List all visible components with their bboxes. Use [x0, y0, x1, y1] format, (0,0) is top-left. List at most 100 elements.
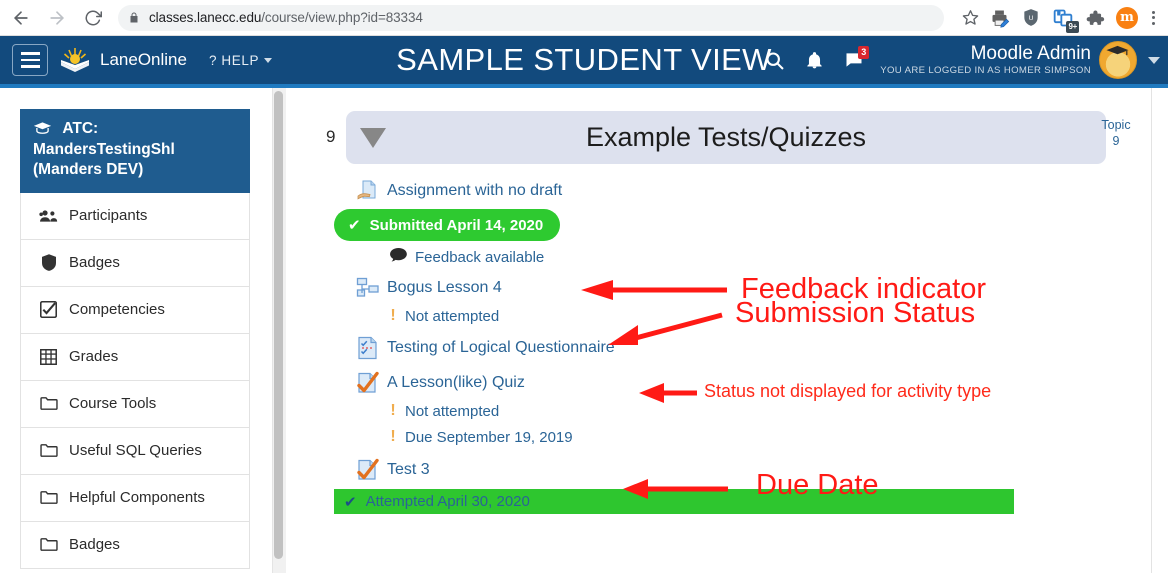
chevron-down-icon: [264, 57, 273, 63]
shield-extension-icon[interactable]: U: [1020, 7, 1042, 29]
activity-due-date-text: Due September 19, 2019: [405, 428, 573, 446]
comment-bubble-icon: [390, 248, 407, 266]
activity-item-assignment: Assignment with no draft ✔ Submitted Apr…: [300, 176, 1151, 271]
folder-icon: [39, 490, 58, 505]
messages-badge: 3: [858, 46, 870, 59]
lock-icon: [128, 11, 140, 24]
user-name: Moodle Admin: [970, 42, 1091, 64]
badge-shield-icon: [39, 254, 58, 272]
chevron-down-icon[interactable]: [1148, 56, 1160, 64]
collapse-triangle-icon[interactable]: [360, 127, 386, 148]
moodle-navbar: LaneOnline ? HELP SAMPLE STUDENT VIEW 3 …: [0, 36, 1168, 88]
notifications-bell-icon[interactable]: [794, 40, 834, 80]
annotation-feedback-indicator: Feedback indicator: [741, 273, 987, 305]
annotation-arrow-submission: [608, 312, 723, 345]
check-icon: ✔: [344, 493, 357, 511]
warning-bang-icon: !: [390, 428, 396, 445]
sidebar-item-label: Useful SQL Queries: [69, 442, 202, 460]
graduation-cap-icon: [33, 120, 56, 137]
star-icon[interactable]: [956, 4, 984, 32]
puzzle-extensions-icon[interactable]: [1084, 7, 1106, 29]
sidebar-item-label: Participants: [69, 207, 148, 225]
submission-status-badge: ✔ Submitted April 14, 2020: [334, 209, 561, 241]
questionnaire-icon: [356, 336, 380, 360]
activity-due-date: ! Due September 19, 2019: [300, 424, 1151, 450]
folder-icon: [39, 537, 58, 552]
moodle-extension-icon[interactable]: m: [1116, 6, 1138, 29]
back-arrow-icon[interactable]: [6, 3, 36, 33]
user-menu[interactable]: Moodle Admin YOU ARE LOGGED IN AS HOMER …: [880, 41, 1160, 79]
annotation-arrow-feedback: [581, 280, 727, 300]
sidebar-item-course-tools[interactable]: Course Tools: [20, 380, 250, 428]
sidebar-item-badges-folder[interactable]: Badges: [20, 521, 250, 569]
section-header: Example Tests/Quizzes: [346, 111, 1106, 164]
chrome-menu-icon[interactable]: [1144, 10, 1162, 25]
activity-link[interactable]: Test 3: [387, 461, 430, 479]
attempt-status-text: Attempted April 30, 2020: [365, 493, 530, 510]
browser-toolbar: classes.lanecc.edu/course/view.php?id=83…: [0, 0, 1168, 36]
sidebar-item-useful-sql-queries[interactable]: Useful SQL Queries: [20, 427, 250, 475]
folder-icon: [39, 396, 58, 411]
annotation-arrow-status: [639, 383, 697, 403]
quiz-icon: [356, 371, 380, 395]
feedback-text[interactable]: Feedback available: [415, 249, 544, 266]
course-title-card[interactable]: ATC: MandersTestingShl (Manders DEV): [20, 109, 250, 193]
course-main-content: 9 Example Tests/Quizzes Topic 9 Assignme…: [300, 88, 1151, 573]
activity-status-text: Not attempted: [405, 402, 500, 420]
help-menu[interactable]: ? HELP: [208, 52, 273, 68]
browser-extensions: U 9+ m: [988, 6, 1144, 33]
sidebar-item-participants[interactable]: Participants: [20, 192, 250, 240]
sidebar-item-label: Helpful Components: [69, 489, 205, 507]
messages-icon[interactable]: 3: [834, 40, 874, 80]
activity-status: ! Not attempted: [300, 303, 1151, 329]
activity-link[interactable]: A Lesson(like) Quiz: [387, 374, 525, 392]
sidebar-item-label: Grades: [69, 348, 119, 366]
navbar-right: 3 Moodle Admin YOU ARE LOGGED IN AS HOME…: [754, 40, 1160, 80]
sidebar-item-grades[interactable]: Grades: [20, 333, 250, 381]
moodle-extension-letter: m: [1116, 6, 1138, 29]
brand-name[interactable]: LaneOnline: [100, 50, 187, 70]
printer-extension-icon[interactable]: [988, 7, 1010, 29]
folder-icon: [39, 443, 58, 458]
logged-in-as-label: YOU ARE LOGGED IN AS HOMER SIMPSON: [880, 65, 1091, 77]
sidebar-item-helpful-components[interactable]: Helpful Components: [20, 474, 250, 522]
sidebar-item-badges[interactable]: Badges: [20, 239, 250, 287]
sidebar-item-label: Badges: [69, 536, 120, 554]
feedback-indicator: Feedback available: [300, 243, 1151, 271]
help-label: ? HELP: [208, 52, 260, 68]
url-path: /course/view.php?id=83334: [261, 10, 423, 25]
participants-icon: [39, 209, 58, 223]
sidebar-item-label: Competencies: [69, 301, 165, 319]
activity-link[interactable]: Testing of Logical Questionnaire: [387, 339, 615, 357]
warning-bang-icon: !: [390, 307, 396, 324]
activity-link[interactable]: Assignment with no draft: [387, 182, 562, 200]
activity-item-questionnaire: Testing of Logical Questionnaire: [300, 333, 1151, 363]
activity-link[interactable]: Bogus Lesson 4: [387, 279, 502, 297]
activity-status-text: Not attempted: [405, 307, 500, 325]
lesson-icon: [356, 276, 380, 300]
search-icon[interactable]: [754, 40, 794, 80]
svg-text:U: U: [1029, 15, 1034, 22]
url-domain: classes.lanecc.edu: [149, 10, 262, 25]
hamburger-menu-icon[interactable]: [12, 44, 48, 76]
content-divider: [1151, 88, 1152, 573]
grades-table-icon: [39, 348, 58, 365]
check-icon: ✔: [348, 217, 361, 234]
competencies-checkbox-icon: [39, 301, 58, 319]
block-scrollbar-thumb[interactable]: [274, 91, 283, 559]
topic-number: 9: [1112, 133, 1120, 148]
annotation-arrow-due-date: [623, 479, 728, 499]
user-avatar[interactable]: [1099, 41, 1137, 79]
submission-status-text: Submitted April 14, 2020: [369, 216, 544, 234]
sidebar-item-label: Badges: [69, 254, 120, 272]
forward-arrow-icon[interactable]: [42, 3, 72, 33]
topic-highlight-link[interactable]: Topic 9: [1089, 118, 1143, 149]
laneonline-sunrise-logo[interactable]: [58, 45, 92, 75]
address-bar[interactable]: classes.lanecc.edu/course/view.php?id=83…: [118, 4, 944, 31]
annotation-due-date: Due Date: [756, 469, 879, 501]
warning-bang-icon: !: [390, 402, 396, 419]
sidebar-item-competencies[interactable]: Competencies: [20, 286, 250, 334]
tabs-extension-icon[interactable]: 9+: [1052, 7, 1079, 33]
reload-icon[interactable]: [78, 3, 108, 33]
annotation-status-not-displayed: Status not displayed for activity type: [704, 381, 992, 401]
